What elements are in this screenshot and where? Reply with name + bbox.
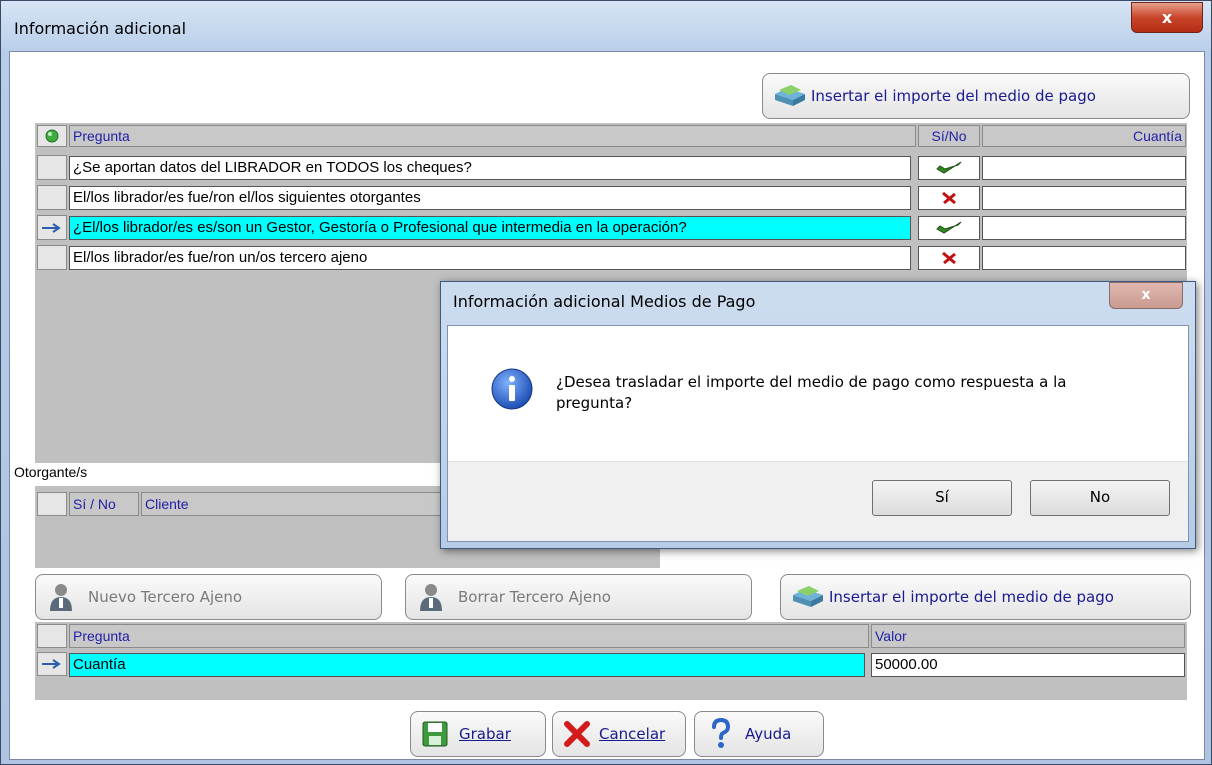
dialog-yes-button[interactable]: Sí xyxy=(872,480,1012,516)
cross-icon xyxy=(942,191,956,205)
yesno-cell[interactable] xyxy=(918,186,980,210)
new-third-party-label: Nuevo Tercero Ajeno xyxy=(88,588,243,606)
dialog-message: ¿Desea trasladar el importe del medio de… xyxy=(556,373,1067,412)
window-close-button[interactable]: x xyxy=(1131,2,1203,33)
grid-corner-cell xyxy=(37,125,67,147)
row-selector[interactable] xyxy=(37,652,67,676)
yesno-cell[interactable] xyxy=(918,216,980,240)
help-question-icon xyxy=(712,718,731,748)
row-selector[interactable] xyxy=(37,155,67,180)
row-selector[interactable] xyxy=(37,185,67,210)
insert-money-icon xyxy=(775,85,805,106)
header-client[interactable]: Cliente xyxy=(141,492,441,516)
save-disk-icon xyxy=(422,721,448,747)
insert-amount-button-bottom[interactable]: Insertar el importe del medio de pago xyxy=(780,574,1191,620)
cancel-label: Cancelar xyxy=(599,725,666,743)
amount-cell[interactable] xyxy=(982,156,1186,180)
dialog-no-button[interactable]: No xyxy=(1030,480,1170,516)
new-third-party-button[interactable]: Nuevo Tercero Ajeno xyxy=(35,574,382,620)
info-icon xyxy=(491,368,533,410)
confirm-dialog: Información adicional Medios de Pago x ¿… xyxy=(440,281,1196,549)
delete-third-party-button[interactable]: Borrar Tercero Ajeno xyxy=(405,574,752,620)
window-title: Información adicional xyxy=(14,19,187,38)
question-cell[interactable]: El/los librador/es fue/ron un/os tercero… xyxy=(69,246,911,270)
grid-corner-cell xyxy=(37,492,67,516)
dialog-body: ¿Desea trasladar el importe del medio de… xyxy=(447,325,1189,542)
header-amount[interactable]: Cuantía xyxy=(982,125,1186,147)
header-yesno[interactable]: Sí/No xyxy=(918,125,980,147)
row-selector[interactable] xyxy=(37,215,67,240)
cancel-button[interactable]: Cancelar xyxy=(552,711,686,757)
help-label: Ayuda xyxy=(745,725,792,743)
question-cell[interactable]: El/los librador/es fue/ron el/los siguie… xyxy=(69,186,911,210)
indicator-dot-icon xyxy=(45,129,59,143)
grid-corner-cell xyxy=(37,624,67,648)
dialog-close-button[interactable]: x xyxy=(1109,282,1183,309)
check-icon xyxy=(936,161,962,174)
person-icon xyxy=(420,584,442,611)
current-row-arrow-icon xyxy=(42,659,61,669)
cancel-x-icon xyxy=(564,721,590,747)
insert-amount-button-top[interactable]: Insertar el importe del medio de pago xyxy=(762,73,1190,119)
header-question[interactable]: Pregunta xyxy=(69,125,916,147)
insert-amount-label-bottom: Insertar el importe del medio de pago xyxy=(829,588,1114,606)
yesno-cell[interactable] xyxy=(918,156,980,180)
amount-cell[interactable] xyxy=(982,186,1186,210)
current-row-arrow-icon xyxy=(42,222,61,233)
header-otorgante-yesno[interactable]: Sí / No xyxy=(69,492,139,516)
check-icon xyxy=(936,221,962,234)
cross-icon xyxy=(942,251,956,265)
insert-amount-label-top: Insertar el importe del medio de pago xyxy=(811,87,1096,105)
question-cell[interactable]: ¿Se aportan datos del LIBRADOR en TODOS … xyxy=(69,156,911,180)
header-value-question[interactable]: Pregunta xyxy=(69,624,869,648)
dialog-title: Información adicional Medios de Pago xyxy=(453,292,756,311)
header-value[interactable]: Valor xyxy=(871,624,1185,648)
person-icon xyxy=(50,584,72,611)
help-button[interactable]: Ayuda xyxy=(694,711,824,757)
save-label: Grabar xyxy=(459,725,511,743)
amount-cell[interactable] xyxy=(982,216,1186,240)
yesno-cell[interactable] xyxy=(918,246,980,270)
insert-money-icon xyxy=(793,586,823,607)
delete-third-party-label: Borrar Tercero Ajeno xyxy=(458,588,611,606)
save-button[interactable]: Grabar xyxy=(410,711,546,757)
row-selector[interactable] xyxy=(37,245,67,270)
otorgantes-label: Otorgante/s xyxy=(14,464,88,480)
dialog-footer: Sí No xyxy=(448,461,1188,541)
value-question-cell[interactable]: Cuantía xyxy=(69,653,865,677)
value-cell[interactable]: 50000.00 xyxy=(871,653,1185,677)
question-cell-selected[interactable]: ¿El/los librador/es es/son un Gestor, Ge… xyxy=(69,216,911,240)
amount-cell[interactable] xyxy=(982,246,1186,270)
